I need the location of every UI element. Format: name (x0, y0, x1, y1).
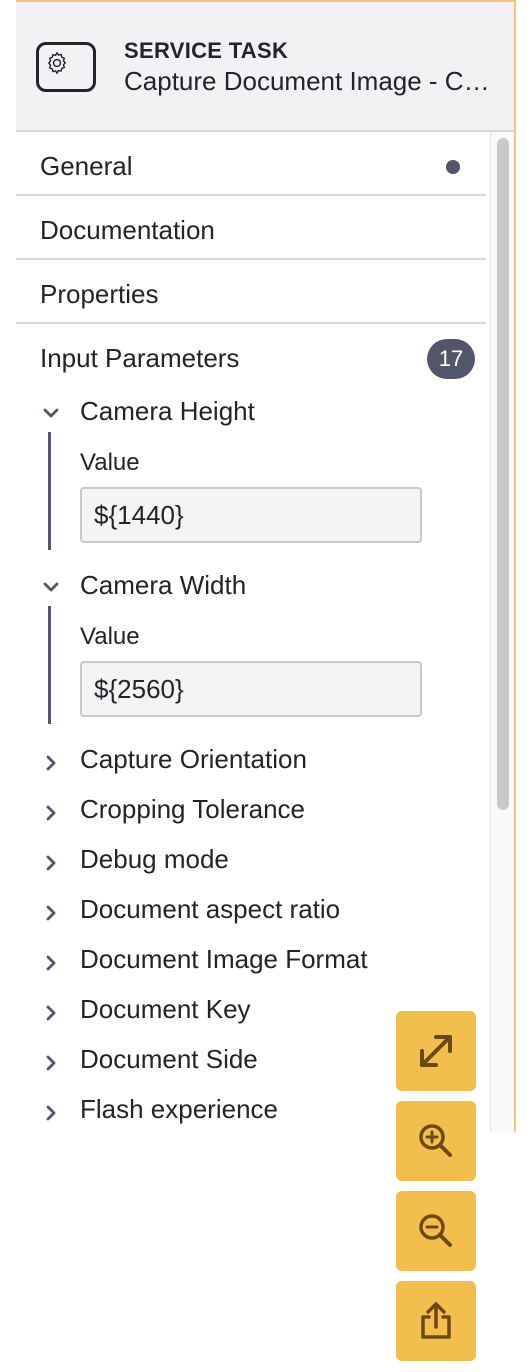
group-label: Documentation (40, 215, 215, 245)
scrollbar-thumb[interactable] (497, 138, 509, 810)
element-type: SERVICE TASK (124, 38, 289, 63)
group-label: Properties (40, 279, 159, 309)
data-indicator-dot (446, 160, 460, 174)
camera-width-value-input[interactable] (80, 661, 422, 717)
value-label: Value (80, 623, 140, 650)
value-label: Value (80, 449, 140, 476)
param-camera-height[interactable]: Camera Height (80, 396, 255, 427)
properties-panel: SERVICE TASK Capture Document Image - Ca… (16, 0, 516, 1132)
chevron-right-icon[interactable] (40, 902, 62, 924)
chevron-right-icon[interactable] (40, 1052, 62, 1074)
chevron-down-icon[interactable] (40, 402, 62, 424)
fit-viewport-icon (420, 1035, 452, 1067)
export-button[interactable] (396, 1281, 476, 1361)
zoom-in-button[interactable] (396, 1101, 476, 1181)
param-camera-width[interactable]: Camera Width (80, 570, 246, 601)
chevron-right-icon[interactable] (40, 802, 62, 824)
scrollbar[interactable] (490, 132, 514, 1132)
group-input-parameters[interactable]: Input Parameters 17 (16, 326, 486, 388)
chevron-right-icon[interactable] (40, 752, 62, 774)
group-properties[interactable]: Properties (16, 262, 486, 324)
group-label: Input Parameters (40, 343, 240, 373)
expanded-section-line (48, 432, 51, 550)
fit-viewport-button[interactable] (396, 1011, 476, 1091)
zoom-out-icon (419, 1214, 452, 1247)
param-capture-orientation[interactable]: Capture Orientation (80, 744, 307, 775)
element-name: Capture Document Image - Camera (124, 66, 494, 96)
chevron-right-icon[interactable] (40, 952, 62, 974)
zoom-out-button[interactable] (396, 1191, 476, 1271)
param-document-key[interactable]: Document Key (80, 994, 251, 1025)
camera-height-value-input[interactable] (80, 487, 422, 543)
zoom-in-icon (419, 1124, 452, 1157)
gear-icon (48, 52, 66, 74)
param-debug-mode[interactable]: Debug mode (80, 844, 229, 875)
param-document-aspect-ratio[interactable]: Document aspect ratio (80, 894, 340, 925)
chevron-right-icon[interactable] (40, 1002, 62, 1024)
param-document-side[interactable]: Document Side (80, 1044, 258, 1075)
group-documentation[interactable]: Documentation (16, 198, 486, 260)
param-cropping-tolerance[interactable]: Cropping Tolerance (80, 794, 305, 825)
count-badge: 17 (427, 339, 475, 379)
chevron-right-icon[interactable] (40, 1102, 62, 1124)
group-label: General (40, 151, 133, 181)
param-flash-experience[interactable]: Flash experience (80, 1094, 278, 1125)
chevron-right-icon[interactable] (40, 852, 62, 874)
panel-header: SERVICE TASK Capture Document Image - Ca… (16, 2, 514, 132)
chevron-down-icon[interactable] (40, 576, 62, 598)
export-icon (421, 1302, 451, 1339)
param-document-image-format[interactable]: Document Image Format (80, 944, 368, 975)
expanded-section-line (48, 606, 51, 724)
group-general[interactable]: General (16, 134, 486, 196)
service-task-icon (36, 42, 96, 92)
